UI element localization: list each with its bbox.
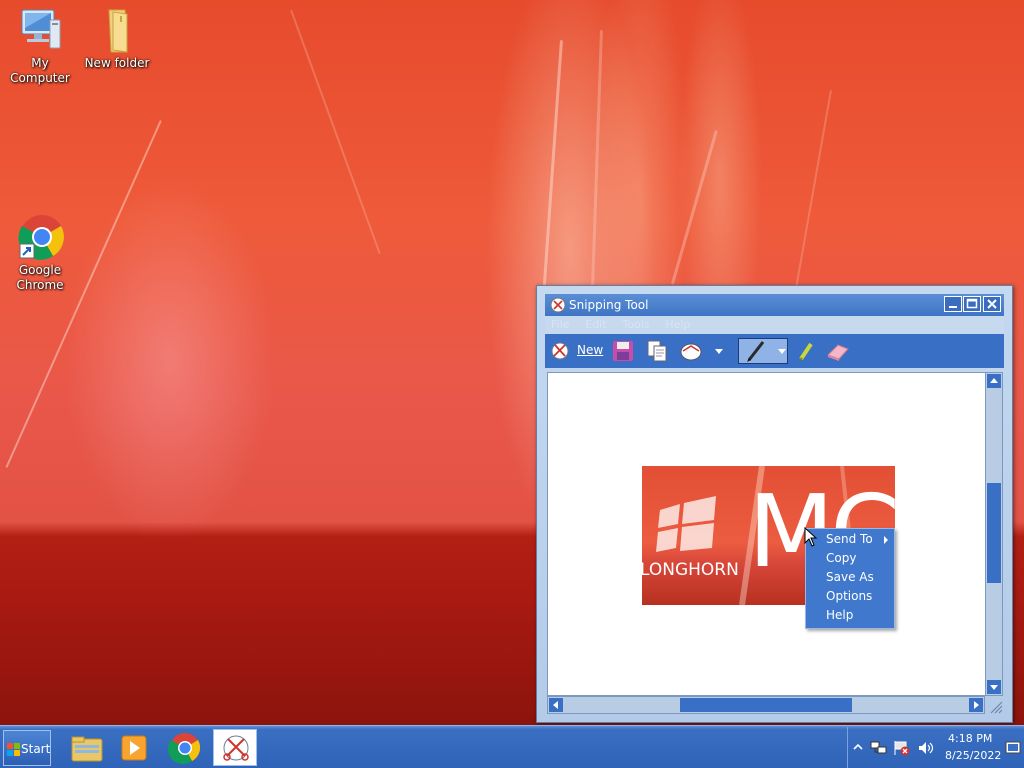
clock-date[interactable]: 8/25/2022 [945,749,1001,762]
desktop-icon-my-computer[interactable]: My Computer [0,6,80,86]
menu-bar: File Edit Tools Help [545,316,1004,334]
volume-icon[interactable] [917,740,935,756]
pen-button[interactable] [738,338,788,364]
menu-help[interactable]: Help [665,318,690,331]
arrow-left-icon [553,701,558,709]
system-tray: 4:18 PM 8/25/2022 [847,727,1024,768]
start-button[interactable]: Start [3,730,51,766]
copy-icon [647,340,667,362]
clock-time[interactable]: 4:18 PM [948,732,992,745]
taskbar-media-player[interactable] [112,729,156,766]
scissors-icon [551,342,569,360]
chrome-icon [168,733,201,764]
show-desktop-icon[interactable] [1005,741,1021,755]
context-menu-label: Options [826,589,873,603]
desktop-icon-label: Chrome [16,278,64,292]
context-menu: Send To Copy Save As Options Help [805,528,895,629]
wallpaper-streak [541,40,563,300]
toolbar: New [545,334,1004,368]
chevron-down-icon [715,349,723,354]
media-player-icon [121,735,147,761]
context-menu-label: Help [826,608,854,622]
highlighter-icon [799,342,813,361]
context-menu-save-as[interactable]: Save As [806,568,894,587]
snipping-tool-icon [550,297,566,313]
send-snip-dropdown[interactable] [713,340,725,362]
copy-button[interactable] [645,340,669,362]
resize-grip-icon [990,701,1003,714]
horizontal-scrollbar[interactable] [547,696,985,714]
taskbar-file-explorer[interactable] [64,729,108,766]
scissors-icon [223,735,249,761]
network-icon[interactable] [870,740,888,756]
wallpaper-streak [290,9,381,255]
title-bar[interactable]: Snipping Tool [545,294,1004,316]
save-icon [613,341,633,361]
close-button[interactable] [983,296,1001,312]
mouse-cursor-icon [804,527,818,547]
menu-edit[interactable]: Edit [585,318,606,331]
chrome-icon [16,213,64,261]
folder-icon [93,6,141,54]
menu-file[interactable]: File [551,318,569,331]
context-menu-copy[interactable]: Copy [806,549,894,568]
eraser-icon [827,344,849,361]
file-explorer-icon [71,736,103,762]
desktop-icon-label: New folder [84,56,150,70]
context-menu-options[interactable]: Options [806,587,894,606]
scroll-up-button[interactable] [987,374,1001,388]
arrow-up-icon [990,378,998,383]
snip-canvas[interactable]: LONGHORN MC [547,372,995,696]
save-button[interactable] [611,340,635,362]
desktop-icon-label: My Computer [10,56,70,85]
snipping-tool-window[interactable]: Snipping Tool File Edit Tools Help New L… [536,285,1013,723]
maximize-button[interactable] [963,296,981,312]
mail-icon [680,343,702,361]
wallpaper-streak [5,120,162,468]
wallpaper-streak [670,130,718,285]
taskbar-google-chrome[interactable] [163,729,207,766]
taskbar-snipping-tool[interactable] [213,729,257,766]
vertical-scrollbar[interactable] [985,372,1003,696]
wallpaper-streak [795,90,832,288]
new-label: New [577,343,604,357]
scroll-right-button[interactable] [969,698,983,712]
snip-image-text: LONGHORN [642,560,739,580]
vertical-scroll-thumb[interactable] [987,483,1001,583]
scroll-left-button[interactable] [549,698,563,712]
context-menu-label: Copy [826,551,857,565]
context-menu-help[interactable]: Help [806,606,894,625]
taskbar: Start 4:18 PM 8/25/2022 [0,725,1024,768]
arrow-down-icon [990,685,998,690]
menu-tools[interactable]: Tools [622,318,649,331]
pen-icon [747,341,765,362]
desktop-icon-new-folder[interactable]: New folder [77,6,157,71]
minimize-button[interactable] [944,296,962,312]
send-snip-button[interactable] [679,340,703,362]
chevron-down-icon [778,349,786,354]
scroll-down-button[interactable] [987,680,1001,694]
new-snip-button[interactable]: New [549,340,603,362]
resize-grip[interactable] [987,698,1003,714]
context-menu-send-to[interactable]: Send To [806,530,894,549]
horizontal-scroll-thumb[interactable] [680,698,852,712]
arrow-right-icon [974,701,979,709]
action-center-icon[interactable] [893,740,911,756]
eraser-button[interactable] [825,340,851,362]
highlighter-button[interactable] [795,340,817,362]
computer-icon [16,6,64,54]
context-menu-label: Send To [826,532,873,546]
windows-flag-icon [7,743,20,756]
show-hidden-icons-icon[interactable] [853,742,863,752]
desktop-icon-label: Google [18,263,62,277]
desktop-icon-google-chrome[interactable]: Google Chrome [0,213,80,293]
context-menu-label: Save As [826,570,874,584]
chevron-right-icon [884,536,888,544]
wallpaper-streak [590,30,603,310]
start-label: Start [21,742,51,756]
window-title: Snipping Tool [569,298,649,312]
